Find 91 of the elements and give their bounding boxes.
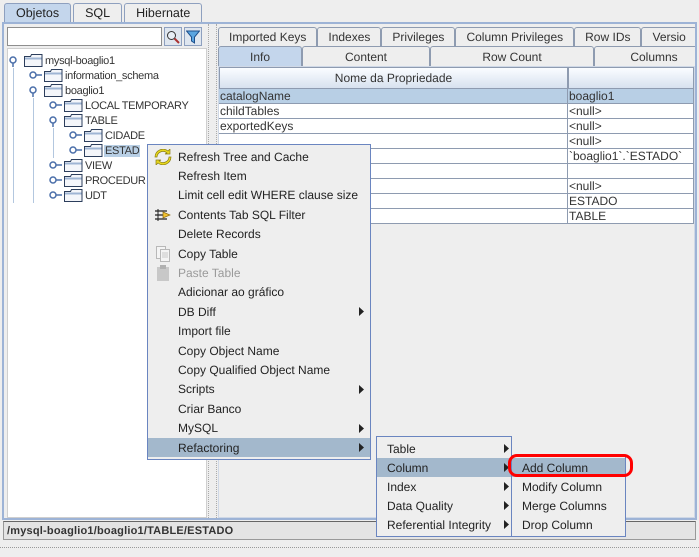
menu-item[interactable]: Copy Table <box>148 244 370 264</box>
tree-node-label[interactable]: mysql-boaglio1 <box>44 54 116 66</box>
panel-tab[interactable]: Objetos <box>4 3 72 22</box>
detail-tab[interactable]: Info <box>218 46 302 66</box>
detail-tab[interactable]: Imported Keys <box>218 27 318 46</box>
clipboard-icon <box>156 265 170 282</box>
menu-item[interactable]: Data Quality <box>377 496 511 515</box>
menu-item[interactable]: Criar Banco <box>148 399 370 418</box>
submenu-arrow-icon <box>504 444 509 453</box>
detail-tab[interactable]: Row IDs <box>574 27 642 46</box>
tree-node-label[interactable]: ESTAD <box>104 144 140 156</box>
collapsed-handle-icon[interactable] <box>48 100 64 112</box>
menu-item[interactable]: Delete Records <box>148 224 370 244</box>
folder-icon <box>84 129 103 142</box>
folder-icon <box>24 54 43 67</box>
table-row[interactable]: childTables <null> <box>219 104 694 119</box>
menu-item[interactable]: Scripts <box>148 380 370 400</box>
column-header[interactable]: Nome da Propriedade <box>219 67 568 89</box>
menu-item[interactable]: MySQL <box>148 418 370 438</box>
submenu-arrow-icon <box>359 424 364 433</box>
folder-icon <box>64 99 83 112</box>
table-cell: <null> <box>568 104 694 118</box>
tree-node-label[interactable]: LOCAL TEMPORARY <box>84 100 190 112</box>
menu-item[interactable]: Merge Columns <box>512 496 625 515</box>
panel-tab[interactable]: SQL <box>73 3 122 22</box>
submenu-arrow-icon <box>504 482 509 491</box>
folder-icon <box>84 144 103 157</box>
collapsed-handle-icon[interactable] <box>68 144 84 156</box>
column-header[interactable] <box>568 67 694 89</box>
menu-item[interactable]: Copy Qualified Object Name <box>148 360 370 380</box>
table-cell: <null> <box>568 179 694 193</box>
menu-item[interactable]: Modify Column <box>512 477 625 496</box>
collapsed-handle-icon[interactable] <box>48 174 64 186</box>
detail-tab[interactable]: Indexes <box>317 27 382 46</box>
tree-node-label[interactable]: TABLE <box>84 114 119 126</box>
collapsed-handle-icon[interactable] <box>28 70 44 82</box>
menu-item[interactable]: Column <box>377 458 511 477</box>
folder-icon <box>44 69 63 82</box>
table-cell: ESTADO <box>568 194 694 208</box>
menu-item[interactable]: Refactoring <box>148 438 370 458</box>
table-row[interactable]: catalogName boaglio1 <box>219 89 694 104</box>
submenu-arrow-icon <box>359 443 364 452</box>
table-cell: exportedKeys <box>219 119 568 133</box>
search-field[interactable] <box>7 27 162 46</box>
folder-icon <box>44 84 63 97</box>
detail-tab[interactable]: Versio <box>641 27 695 46</box>
tree-node-label[interactable]: UDT <box>84 190 108 202</box>
submenu-arrow-icon <box>504 501 509 510</box>
folder-icon <box>64 159 83 172</box>
menu-item[interactable]: Adicionar ao gráfico <box>148 282 370 302</box>
filter-arrows-icon <box>154 208 172 222</box>
detail-tab[interactable]: Content <box>302 46 430 66</box>
table-cell: <null> <box>568 134 694 148</box>
detail-tab[interactable]: Column Privileges <box>455 27 574 46</box>
folder-icon <box>64 189 83 202</box>
search-icon <box>166 30 180 44</box>
table-cell: `boaglio1`.`ESTADO` <box>568 149 694 163</box>
menu-item[interactable]: Index <box>377 477 511 496</box>
detail-tab[interactable]: Privileges <box>381 27 456 46</box>
tree-node-label[interactable]: CIDADE <box>104 130 146 142</box>
tree-node-label[interactable]: VIEW <box>84 160 113 172</box>
refresh-icon <box>154 148 172 165</box>
submenu-arrow-icon <box>504 463 509 472</box>
folder-icon <box>64 174 83 187</box>
submenu-arrow-icon <box>504 520 509 529</box>
collapsed-handle-icon[interactable] <box>48 190 64 202</box>
tree-node-label[interactable]: boaglio1 <box>64 84 106 96</box>
detail-tab[interactable]: Row Count <box>430 46 594 66</box>
document-icon <box>155 246 171 262</box>
submenu-arrow-icon <box>359 384 364 394</box>
collapsed-handle-icon[interactable] <box>68 130 84 142</box>
menu-item[interactable]: Import file <box>148 322 370 341</box>
submenu-arrow-icon <box>359 307 364 316</box>
folder-icon <box>64 114 83 127</box>
menu-item[interactable]: Table <box>377 439 511 458</box>
table-row[interactable]: exportedKeys <null> <box>219 119 694 134</box>
menu-item[interactable]: Copy Object Name <box>148 340 370 360</box>
tree-node-label[interactable]: information_schema <box>64 70 160 82</box>
detail-tab[interactable]: Columns <box>594 46 695 66</box>
filter-button[interactable] <box>184 27 202 46</box>
panel-tab[interactable]: Hibernate <box>124 3 202 22</box>
table-cell: boaglio1 <box>568 89 694 103</box>
table-cell: TABLE <box>568 209 694 223</box>
table-cell: <null> <box>568 119 694 133</box>
collapsed-handle-icon[interactable] <box>48 160 64 172</box>
funnel-icon <box>186 30 200 44</box>
tree-node-label[interactable]: PROCEDUR <box>84 174 147 186</box>
search-button[interactable] <box>164 27 182 46</box>
table-cell: catalogName <box>219 89 568 103</box>
table-cell: childTables <box>219 104 568 118</box>
menu-item[interactable]: DB Diff <box>148 302 370 322</box>
